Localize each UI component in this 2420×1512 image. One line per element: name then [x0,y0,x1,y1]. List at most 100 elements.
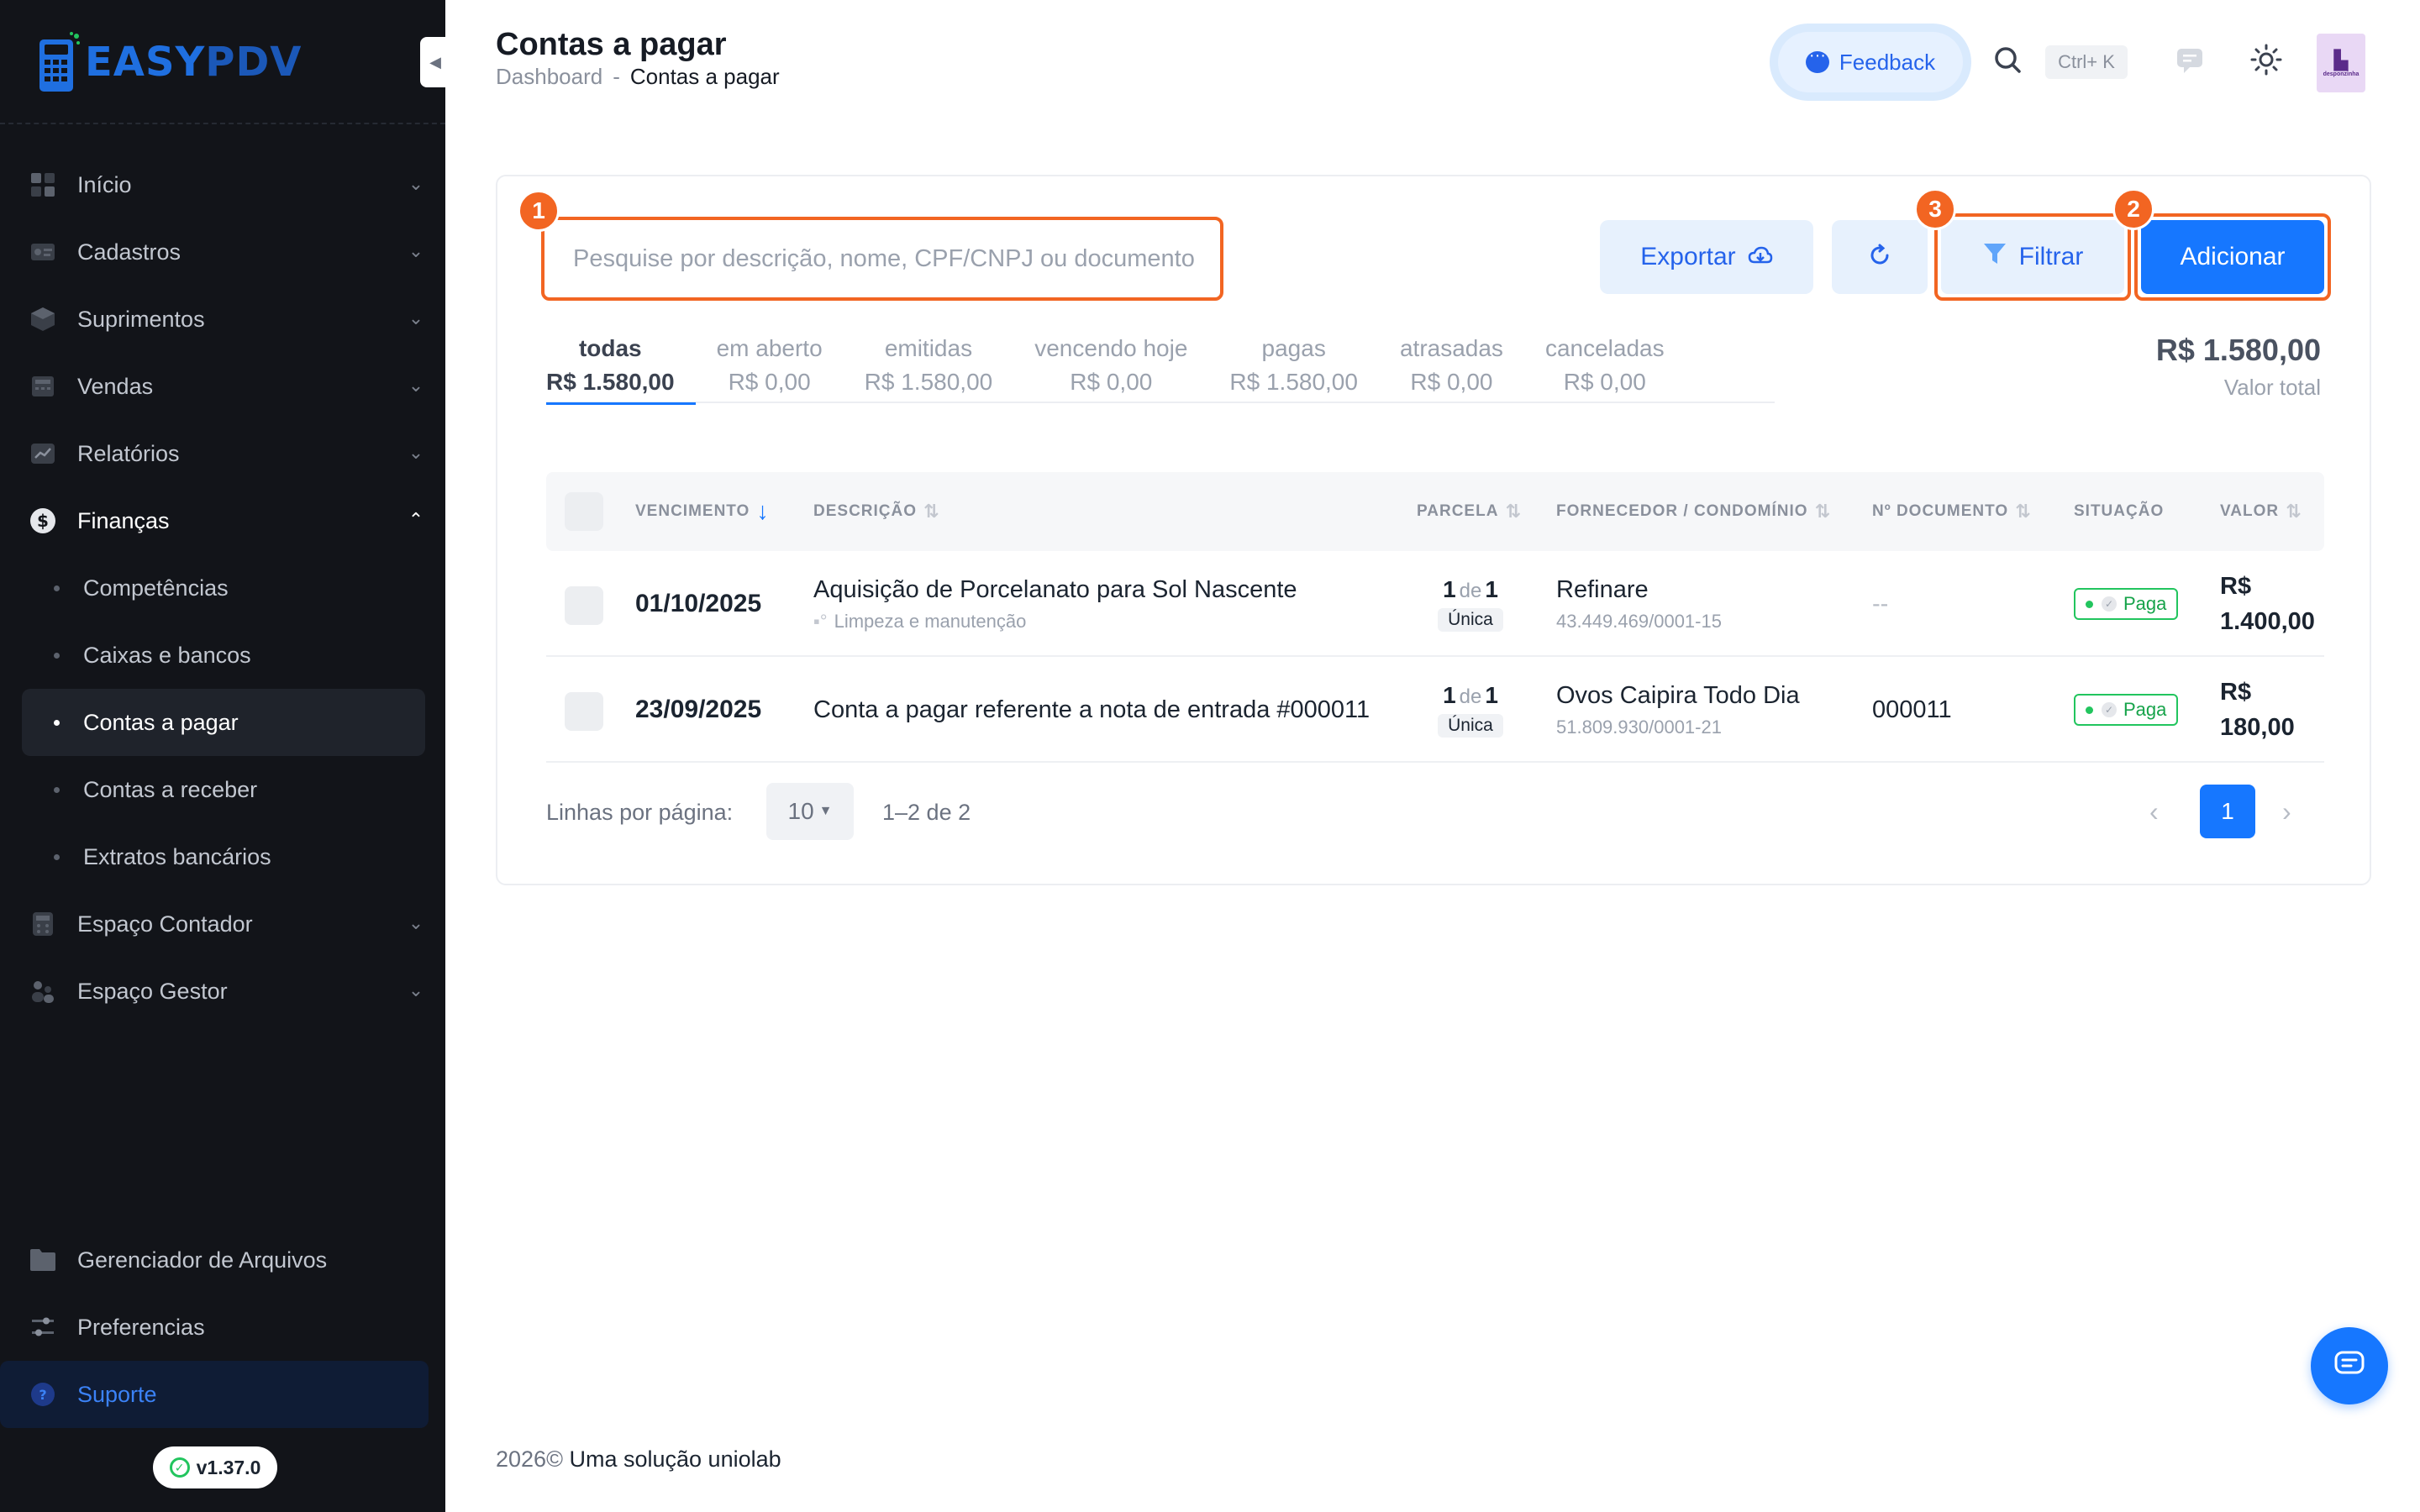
rows-per-page-select[interactable]: 10 ▼ [766,783,854,840]
status-badge: ✓ Paga [2074,694,2179,726]
avatar-label: desponzinha [2323,71,2360,77]
sidebar-item-label: Espaço Contador [77,911,253,937]
tab-label: em aberto [716,335,823,361]
category-label: Limpeza e manutenção [834,610,1027,632]
filter-button[interactable]: Filtrar [1941,220,2124,294]
tab-value: R$ 1.580,00 [1229,369,1358,395]
row-checkbox[interactable] [565,692,603,731]
installment-type: Única [1438,714,1503,738]
dollar-icon: $ [29,507,57,535]
table-row[interactable]: 01/10/2025 Aquisição de Porcelanato para… [546,551,2324,657]
column-label: DESCRIÇÃO [813,502,918,520]
column-documento[interactable]: Nº DOCUMENTO ⇅ [1872,472,2032,551]
svg-text:?: ? [39,1387,46,1403]
sidebar-item-espaco-gestor[interactable]: Espaço Gestor ⌄ [22,958,425,1025]
app-logo[interactable]: EASYPDV [38,29,302,96]
export-button[interactable]: Exportar [1600,220,1813,294]
sidebar-item-label: Suprimentos [77,306,205,332]
breadcrumb: Dashboard - Contas a pagar [496,64,780,90]
sidebar-collapse-button[interactable]: ◀ [420,37,450,87]
theme-toggle-icon[interactable] [2249,42,2284,77]
due-date: 23/09/2025 [635,696,762,723]
sidebar-item-suporte[interactable]: ? Suporte [0,1361,429,1428]
search-icon[interactable] [1993,45,2023,76]
tab-emitidas[interactable]: emitidas R$ 1.580,00 [844,331,1014,403]
add-highlight: Adicionar [2134,213,2331,301]
pagination: Linhas por página: 10 ▼ 1–2 de 2 ‹ 1 › [546,783,2324,842]
tab-em-aberto[interactable]: em aberto R$ 0,00 [696,331,844,403]
footer-text[interactable]: Uma solução uniolab [569,1446,781,1472]
column-parcela[interactable]: PARCELA ⇅ [1417,472,1522,551]
document-number: 000011 [1872,696,1952,723]
sidebar-subitem-competencias[interactable]: Competências [22,554,425,622]
tab-canceladas[interactable]: canceladas R$ 0,00 [1524,331,1686,403]
marker-badge-search: 1 [518,190,560,232]
category: ▪° Limpeza e manutenção [813,611,1385,633]
sidebar-item-vendas[interactable]: Vendas ⌄ [22,353,425,420]
sidebar-item-financas[interactable]: $ Finanças ⌃ [22,487,425,554]
chat-fab-button[interactable] [2311,1327,2388,1404]
sidebar-item-relatorios[interactable]: Relatórios ⌄ [22,420,425,487]
check-icon: ✓ [2102,596,2117,612]
tab-value: R$ 0,00 [728,369,811,395]
chevron-down-icon: ⌄ [408,979,424,1000]
tab-atrasadas[interactable]: atrasadas R$ 0,00 [1379,331,1524,403]
pos-terminal-icon [38,31,82,93]
messages-icon[interactable] [2175,45,2205,76]
svg-text:$: $ [37,511,49,531]
search-field[interactable] [541,217,1223,301]
column-vencimento[interactable]: VENCIMENTO ↓ [635,472,770,551]
page-title: Contas a pagar [496,27,727,62]
check-icon: ✓ [2102,702,2117,717]
building-icon: ▙ [2333,49,2349,71]
tab-todas[interactable]: todas R$ 1.580,00 [546,331,696,405]
sidebar-item-preferencias[interactable]: Preferencias [22,1294,425,1361]
tab-vencendo-hoje[interactable]: vencendo hoje R$ 0,00 [1013,331,1208,403]
chevron-up-icon: ⌃ [408,509,424,530]
refresh-button[interactable] [1832,220,1928,294]
tab-label: atrasadas [1399,335,1503,361]
add-button[interactable]: Adicionar [2141,220,2324,294]
sidebar-subitem-extratos[interactable]: Extratos bancários [22,823,425,890]
tab-value: R$ 1.580,00 [864,369,993,395]
feedback-button[interactable]: Feedback [1778,32,1963,92]
search-input[interactable] [573,244,1195,273]
rows-per-page-label: Linhas por página: [546,800,734,825]
column-label: VALOR [2220,502,2280,520]
sidebar-subitem-label: Extratos bancários [83,843,271,869]
sidebar-item-label: Finanças [77,507,170,533]
table-row[interactable]: 23/09/2025 Conta a pagar referente a not… [546,657,2324,763]
column-descricao[interactable]: DESCRIÇÃO ⇅ [813,472,939,551]
chevron-down-icon: ⌄ [408,912,424,933]
sidebar-subitem-contas-pagar[interactable]: Contas a pagar [22,689,425,756]
chevron-left-icon[interactable]: ‹ [2149,796,2159,827]
row-checkbox[interactable] [565,586,603,625]
marker-badge-filter: 3 [1914,188,1956,230]
sidebar-subitem-contas-receber[interactable]: Contas a receber [22,756,425,823]
chevron-right-icon[interactable]: › [2282,796,2291,827]
column-fornecedor[interactable]: FORNECEDOR / CONDOMÍNIO ⇅ [1556,472,1831,551]
sidebar-item-inicio[interactable]: Início ⌄ [22,151,425,218]
breadcrumb-home[interactable]: Dashboard [496,64,602,89]
column-label: PARCELA [1417,502,1499,520]
user-avatar[interactable]: ▙ desponzinha [2317,34,2365,92]
description: Aquisição de Porcelanato para Sol Nascen… [813,575,1297,603]
sidebar-item-arquivos[interactable]: Gerenciador de Arquivos [22,1226,425,1294]
column-valor[interactable]: VALOR ⇅ [2220,472,2302,551]
caret-down-icon: ▼ [818,804,833,818]
amount-value: 1.400,00 [2220,608,2315,635]
select-all-checkbox[interactable] [565,492,603,531]
sliders-icon [29,1313,57,1341]
installment-number: 1 [1443,682,1456,708]
tab-pagas[interactable]: pagas R$ 1.580,00 [1208,331,1379,403]
sidebar-item-suprimentos[interactable]: Suprimentos ⌄ [22,286,425,353]
column-label: VENCIMENTO [635,502,750,520]
sidebar-item-espaco-contador[interactable]: Espaço Contador ⌄ [22,890,425,958]
sidebar-item-cadastros[interactable]: Cadastros ⌄ [22,218,425,286]
sidebar-subitem-caixas-bancos[interactable]: Caixas e bancos [22,622,425,689]
supplier-cnpj: 51.809.930/0001-21 [1556,716,1722,738]
page-button-current[interactable]: 1 [2200,785,2255,838]
sidebar-item-label: Espaço Gestor [77,978,228,1004]
filter-highlight: Filtrar [1934,213,2131,301]
calculator-icon [29,910,57,938]
